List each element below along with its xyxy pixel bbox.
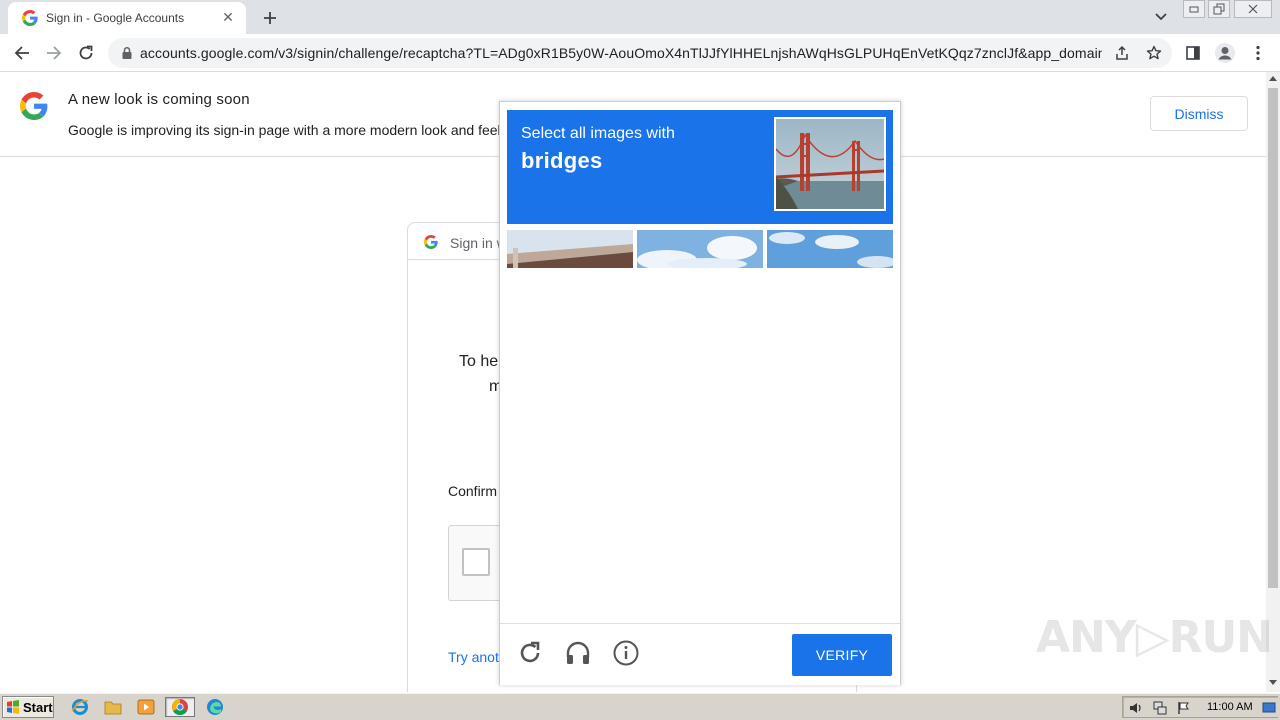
google-favicon-icon bbox=[22, 10, 38, 26]
restore-icon bbox=[1213, 3, 1225, 15]
reload-button[interactable] bbox=[73, 40, 99, 66]
bookmark-button[interactable] bbox=[1143, 42, 1165, 64]
google-logo-icon bbox=[424, 235, 438, 249]
tab-search-button[interactable] bbox=[1150, 6, 1172, 28]
sample-bridge-image bbox=[774, 117, 886, 211]
browser-toolbar: accounts.google.com/v3/signin/challenge/… bbox=[0, 34, 1280, 72]
volume-icon[interactable] bbox=[1128, 700, 1144, 716]
chrome-menu-button[interactable] bbox=[1245, 40, 1271, 66]
kebab-menu-icon bbox=[1256, 45, 1260, 61]
system-tray: 11:00 AM bbox=[1122, 696, 1278, 718]
dismiss-button[interactable]: Dismiss bbox=[1150, 96, 1248, 131]
arrow-right-icon bbox=[47, 46, 62, 60]
scroll-up-arrow-icon[interactable] bbox=[1269, 76, 1277, 81]
challenge-footer: VERIFY bbox=[500, 623, 900, 685]
taskbar-clock[interactable]: 11:00 AM bbox=[1207, 701, 1253, 713]
close-icon bbox=[1248, 4, 1258, 14]
chevron-down-icon bbox=[1155, 13, 1167, 21]
side-panel-icon bbox=[1186, 46, 1200, 60]
window-close-button[interactable] bbox=[1234, 0, 1272, 18]
browser-tab[interactable]: Sign in - Google Accounts ✕ bbox=[8, 2, 246, 34]
anyrun-watermark: ANY▷RUN bbox=[1036, 612, 1273, 663]
reload-challenge-button[interactable] bbox=[515, 638, 545, 668]
share-icon bbox=[1116, 45, 1128, 60]
url-text: accounts.google.com/v3/signin/challenge/… bbox=[140, 45, 1102, 61]
tab-close-icon[interactable]: ✕ bbox=[220, 10, 236, 26]
audio-headphones-icon bbox=[566, 641, 590, 664]
browser-tab-strip: Sign in - Google Accounts ✕ bbox=[0, 0, 1280, 34]
audio-challenge-button[interactable] bbox=[563, 638, 593, 668]
taskbar-explorer-icon[interactable] bbox=[102, 697, 124, 717]
challenge-target: bridges bbox=[521, 148, 603, 173]
try-another-way-link[interactable]: Try anot bbox=[448, 649, 499, 665]
confirm-text: Confirm bbox=[448, 483, 498, 499]
challenge-tile[interactable] bbox=[507, 230, 633, 268]
banner-heading: A new look is coming soon bbox=[68, 91, 250, 108]
minimize-icon bbox=[1189, 6, 1199, 13]
challenge-header: Select all images with bridges bbox=[507, 110, 893, 224]
windows-flag-icon bbox=[7, 700, 19, 714]
action-center-flag-icon[interactable] bbox=[1176, 700, 1192, 716]
taskbar-chrome-icon[interactable] bbox=[165, 697, 195, 717]
share-button[interactable] bbox=[1111, 42, 1133, 64]
recaptcha-checkbox[interactable] bbox=[462, 548, 490, 576]
address-bar[interactable]: accounts.google.com/v3/signin/challenge/… bbox=[108, 38, 1172, 68]
signin-help-text: To he bbox=[459, 353, 499, 370]
arrow-left-icon bbox=[14, 46, 29, 60]
star-icon bbox=[1146, 45, 1162, 60]
start-button[interactable]: Start bbox=[2, 696, 54, 718]
reload-icon bbox=[79, 45, 93, 60]
plus-icon bbox=[264, 12, 276, 24]
reload-icon bbox=[520, 641, 540, 663]
new-tab-button[interactable] bbox=[258, 6, 282, 30]
taskbar-ie-icon[interactable] bbox=[69, 697, 91, 717]
avatar-icon bbox=[1215, 43, 1235, 63]
tab-title: Sign in - Google Accounts bbox=[46, 11, 185, 25]
challenge-tile[interactable] bbox=[767, 230, 893, 268]
page-scrollbar[interactable] bbox=[1266, 72, 1280, 692]
info-icon bbox=[613, 640, 639, 666]
scrollbar-thumb[interactable] bbox=[1268, 88, 1278, 588]
show-desktop-icon[interactable] bbox=[1261, 700, 1277, 716]
forward-button[interactable] bbox=[41, 40, 67, 66]
recaptcha-challenge-popup: Select all images with bridges VERIFY bbox=[499, 101, 901, 685]
window-restore-button[interactable] bbox=[1208, 0, 1230, 18]
banner-subtext: Google is improving its sign-in page wit… bbox=[68, 122, 501, 138]
window-minimize-button[interactable] bbox=[1183, 0, 1205, 18]
google-logo-icon bbox=[20, 92, 48, 120]
verify-button[interactable]: VERIFY bbox=[792, 634, 892, 676]
challenge-instruction: Select all images with bbox=[521, 125, 675, 142]
taskbar-edge-icon[interactable] bbox=[204, 697, 226, 717]
lock-icon bbox=[122, 46, 132, 59]
scroll-down-arrow-icon[interactable] bbox=[1269, 680, 1277, 685]
taskbar-media-player-icon[interactable] bbox=[135, 697, 157, 717]
side-panel-button[interactable] bbox=[1180, 40, 1206, 66]
info-button[interactable] bbox=[611, 638, 641, 668]
profile-button[interactable] bbox=[1212, 40, 1238, 66]
challenge-tiles bbox=[507, 230, 893, 268]
challenge-tile[interactable] bbox=[637, 230, 763, 268]
back-button[interactable] bbox=[9, 40, 35, 66]
start-label: Start bbox=[23, 699, 53, 715]
windows-taskbar: Start 11:00 AM bbox=[0, 693, 1280, 720]
network-icon[interactable] bbox=[1152, 700, 1168, 716]
